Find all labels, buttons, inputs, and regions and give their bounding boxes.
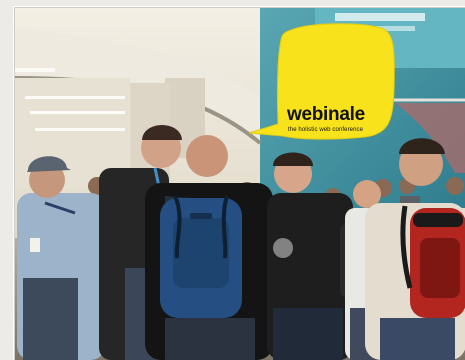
conference-photo — [15, 8, 465, 360]
badge-brand: webinale — [287, 104, 365, 126]
photo-frame: webinale the holistic web conference — [14, 7, 465, 360]
badge-tagline: the holistic web conference — [288, 127, 363, 133]
